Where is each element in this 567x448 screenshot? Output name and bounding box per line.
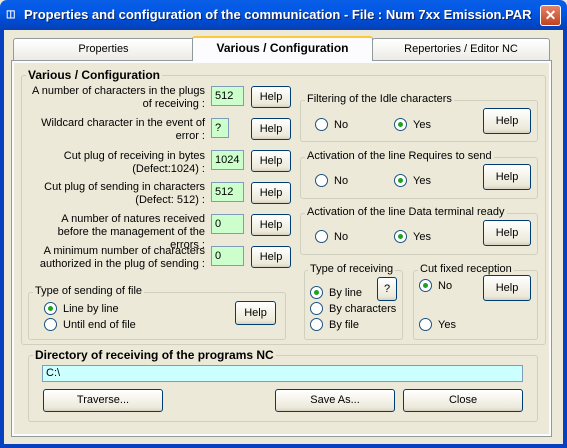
radio-label: Yes xyxy=(438,318,456,331)
tab-repertories-editor[interactable]: Repertories / Editor NC xyxy=(372,38,550,60)
tab-various-configuration[interactable]: Various / Configuration xyxy=(192,36,373,61)
radio-label: No xyxy=(438,279,453,292)
directory-title: Directory of receiving of the programs N… xyxy=(33,348,276,362)
radio-button[interactable] xyxy=(310,302,323,315)
cut-fixed-title: Cut fixed reception xyxy=(418,263,514,275)
radio-by-line[interactable]: By line xyxy=(310,286,362,299)
help-button-min-chars[interactable]: Help xyxy=(251,246,291,268)
idle-filter-title: Filtering of the Idle characters xyxy=(305,93,454,105)
radio-label: Yes xyxy=(413,118,431,131)
radio-button[interactable] xyxy=(310,318,323,331)
radio-idle-no[interactable]: No xyxy=(315,118,348,131)
window-frame-right xyxy=(563,30,567,448)
radio-button-checked[interactable] xyxy=(310,286,323,299)
tab-properties[interactable]: Properties xyxy=(13,38,194,60)
radio-label: No xyxy=(334,118,349,131)
app-icon[interactable]: ◫ xyxy=(6,8,20,22)
terminal-ready-title: Activation of the line Data terminal rea… xyxy=(305,206,507,218)
radio-button-checked[interactable] xyxy=(394,174,407,187)
label-cut-sending: Cut plug of sending in characters (Defec… xyxy=(44,181,205,206)
close-button[interactable]: Close xyxy=(403,389,523,412)
radio-label: Yes xyxy=(413,230,431,243)
label-min-chars: A minimum number of characters authorize… xyxy=(39,245,205,270)
radio-terminal-yes[interactable]: Yes xyxy=(394,230,431,243)
radio-button[interactable] xyxy=(315,118,328,131)
window-frame-bottom xyxy=(0,444,567,448)
radio-label: No xyxy=(334,230,349,243)
radio-cut-fixed-no[interactable]: No xyxy=(419,279,452,292)
radio-button[interactable] xyxy=(315,174,328,187)
radio-cut-fixed-yes[interactable]: Yes xyxy=(419,318,456,331)
radio-label: By file xyxy=(329,318,359,331)
radio-line-by-line[interactable]: Line by line xyxy=(44,302,119,315)
radio-button-checked[interactable] xyxy=(419,279,432,292)
radio-button[interactable] xyxy=(44,318,57,331)
various-config-title: Various / Configuration xyxy=(26,68,163,82)
radio-label: Line by line xyxy=(63,302,119,315)
chars-in-plugs-field[interactable]: 512 xyxy=(211,86,244,106)
label-wildcard: Wildcard character in the event of error… xyxy=(41,117,205,142)
radio-by-characters[interactable]: By characters xyxy=(310,302,396,315)
save-as-button[interactable]: Save As... xyxy=(275,389,395,412)
radio-until-end-of-file[interactable]: Until end of file xyxy=(44,318,136,331)
radio-terminal-no[interactable]: No xyxy=(315,230,348,243)
help-button-cut-sending[interactable]: Help xyxy=(251,182,291,204)
radio-by-file[interactable]: By file xyxy=(310,318,359,331)
directory-input[interactable]: C:\ xyxy=(42,365,523,382)
min-chars-field[interactable]: 0 xyxy=(211,246,244,266)
radio-label: By line xyxy=(329,286,363,299)
radio-button-checked[interactable] xyxy=(44,302,57,315)
help-button-cut-receiving[interactable]: Help xyxy=(251,150,291,172)
window-title: Properties and configuration of the comm… xyxy=(24,7,532,22)
help-button-wildcard[interactable]: Help xyxy=(251,118,291,140)
help-button-receiving-type[interactable]: ? xyxy=(377,277,397,301)
receiving-type-title: Type of receiving xyxy=(308,263,396,275)
close-icon[interactable]: ✕ xyxy=(540,5,561,26)
help-button-natures-received[interactable]: Help xyxy=(251,214,291,236)
help-button-sending-type[interactable]: Help xyxy=(235,301,276,325)
cut-receiving-field[interactable]: 1024 xyxy=(211,150,244,170)
help-button-requires-send[interactable]: Help xyxy=(483,164,531,190)
window-frame-left xyxy=(0,30,4,448)
help-button-chars-in-plugs[interactable]: Help xyxy=(251,86,291,108)
radio-button-checked[interactable] xyxy=(394,230,407,243)
requires-send-title: Activation of the line Requires to send xyxy=(305,150,494,162)
help-button-terminal-ready[interactable]: Help xyxy=(483,220,531,246)
label-chars-in-plugs: A number of characters in the plugs of r… xyxy=(31,85,205,110)
radio-label: Until end of file xyxy=(63,318,136,331)
radio-label: No xyxy=(334,174,349,187)
label-cut-receiving: Cut plug of receiving in bytes (Defect:1… xyxy=(63,150,205,175)
radio-label: Yes xyxy=(413,174,431,187)
sending-type-title: Type of sending of file xyxy=(33,285,145,297)
radio-label: By characters xyxy=(329,302,397,315)
natures-received-field[interactable]: 0 xyxy=(211,214,244,234)
wildcard-field[interactable]: ? xyxy=(211,118,229,138)
cut-sending-field[interactable]: 512 xyxy=(211,182,244,202)
traverse-button[interactable]: Traverse... xyxy=(43,389,163,412)
help-button-cut-fixed[interactable]: Help xyxy=(483,275,531,301)
radio-requires-yes[interactable]: Yes xyxy=(394,174,431,187)
radio-button[interactable] xyxy=(315,230,328,243)
radio-button-checked[interactable] xyxy=(394,118,407,131)
help-button-idle-filter[interactable]: Help xyxy=(483,108,531,134)
radio-idle-yes[interactable]: Yes xyxy=(394,118,431,131)
radio-requires-no[interactable]: No xyxy=(315,174,348,187)
radio-button[interactable] xyxy=(419,318,432,331)
